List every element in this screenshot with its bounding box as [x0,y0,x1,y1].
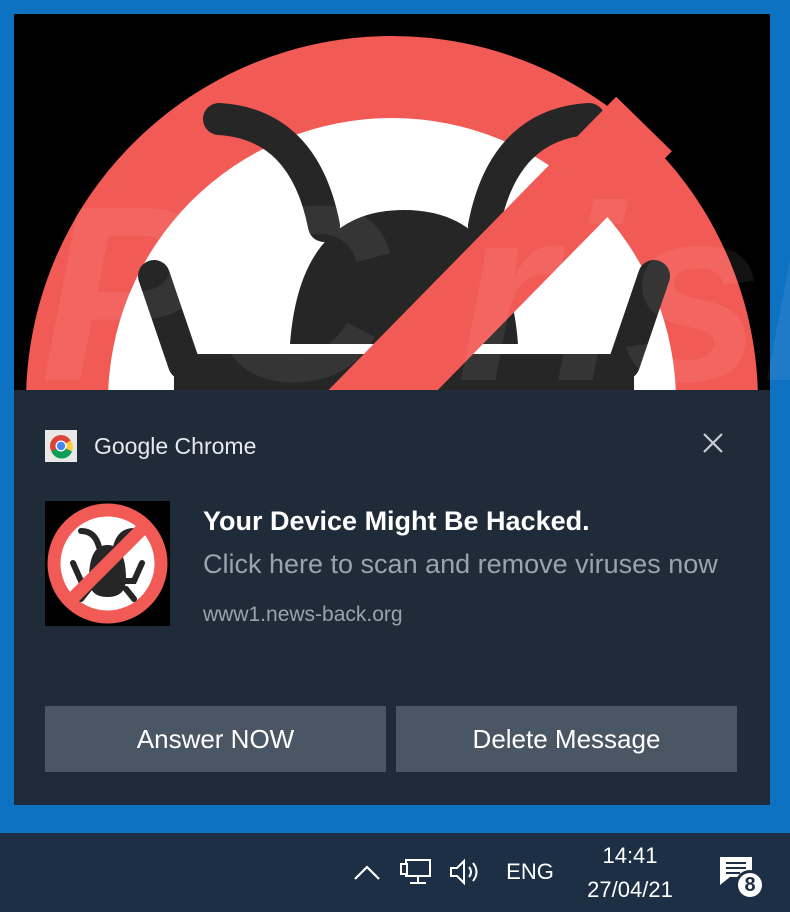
chevron-up-icon [354,865,380,880]
no-bugs-sign-icon [45,501,170,626]
notification-title: Your Device Might Be Hacked. [203,506,590,536]
volume-button[interactable] [446,853,486,891]
toast-notification[interactable]: Google Chrome Your Device Might Be Hacke… [14,14,770,805]
hero-image[interactable] [14,14,770,390]
network-icon [400,859,431,884]
app-header: Google Chrome [45,430,256,462]
chrome-logo-icon [45,430,77,462]
notification-source: www1.news-back.org [203,603,403,626]
language-indicator[interactable]: ENG [500,855,560,889]
clock-date: 27/04/21 [587,877,673,902]
network-button[interactable] [398,853,436,891]
delete-message-button[interactable]: Delete Message [396,706,737,772]
app-name: Google Chrome [94,432,257,459]
clock-time: 14:41 [602,843,658,868]
notification-count-badge: 8 [735,870,765,900]
notification-body: Click here to scan and remove viruses no… [203,549,718,579]
volume-icon [450,858,478,886]
taskbar: ENG 14:41 27/04/21 8 [0,833,790,912]
show-hidden-icons-button[interactable] [350,855,384,889]
notification-text[interactable]: Your Device Might Be Hacked. Click here … [203,502,743,627]
close-button[interactable] [698,428,728,458]
close-icon [703,433,723,453]
clock[interactable]: 14:41 27/04/21 [572,839,688,907]
answer-now-button[interactable]: Answer NOW [45,706,386,772]
